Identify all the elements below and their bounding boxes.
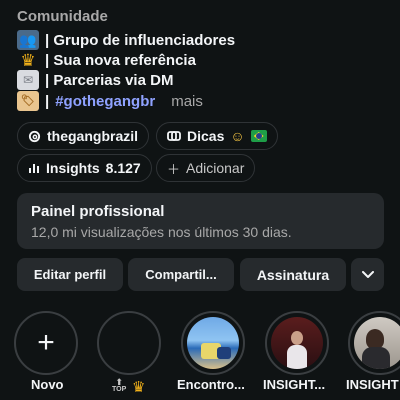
smile-emoji-icon: ☺ [230,128,245,144]
insights-label: Insights [46,160,100,176]
professional-dashboard-panel[interactable]: Painel profissional 12,0 mi visualizaçõe… [17,193,384,249]
hashtag-link[interactable]: #gothegangbr [55,93,155,110]
highlight-insight-2[interactable] [348,311,400,375]
crown-emoji-icon: ♛ [20,50,36,70]
threads-handle-label: thegangbrazil [47,128,139,144]
bar-chart-icon [28,162,40,174]
envelope-emoji-icon: ✉ [17,70,39,90]
highlight-top[interactable] [97,311,165,375]
bio-more-link[interactable]: mais [171,93,203,110]
crown-emoji-icon: ♛ [132,379,146,396]
profile-screen: Comunidade 👥 | Grupo de influenciadores … [0,0,400,400]
top-badge-text: TOP [112,386,127,393]
up-arrow-icon: ⬆ [115,377,123,387]
discover-people-button[interactable] [351,258,384,291]
highlight-new[interactable]: + [14,311,82,375]
profile-category: Comunidade [17,8,108,25]
brazil-flag-icon [250,130,267,142]
link-icon [167,130,181,142]
dicas-label: Dicas [187,128,225,144]
bio-line-partnerships: ✉ | Parcerias via DM [17,70,173,90]
edit-profile-button[interactable]: Editar perfil [17,258,123,291]
bio-text-partnerships: | Parcerias via DM [45,71,174,89]
threads-handle-chip[interactable]: thegangbrazil [17,122,150,150]
highlight-insight-1-label: INSIGHT... [263,377,326,392]
highlight-insight-2-label: INSIGHT [346,377,399,392]
highlight-new-label: Novo [31,377,64,392]
subscription-button[interactable]: Assinatura [240,258,346,291]
add-link-chip[interactable]: ＋ Adicionar [156,154,256,182]
professional-dashboard-title: Painel profissional [31,203,165,220]
person-photo-thumbnail [271,317,323,369]
insights-chip[interactable]: Insights 8.127 [17,154,152,182]
add-link-label: Adicionar [186,160,245,176]
top-badge: ⬆ TOP [112,378,126,394]
beach-photo-thumbnail [187,317,239,369]
tag-emoji-icon: 🏷 [17,91,39,111]
plus-icon: ＋ [167,161,181,177]
threads-icon [28,130,41,143]
bio-line-hashtag: 🏷 | #gothegangbr mais [17,91,203,111]
bio-text-reference: | Sua nova referência [45,51,196,69]
professional-dashboard-subtitle: 12,0 mi visualizações nos últimos 30 dia… [31,224,292,240]
bio-separator: | [45,92,50,110]
person-photo-thumbnail [354,317,400,369]
bio-line-reference: ♛ | Sua nova referência [17,50,196,70]
chevron-down-icon [361,270,374,279]
share-profile-button[interactable]: Compartil... [128,258,234,291]
insights-count: 8.127 [105,160,141,176]
highlight-encontro-label: Encontro... [177,377,245,392]
bio-line-group: 👥 | Grupo de influenciadores [17,30,235,50]
highlight-cover-empty [97,311,161,375]
dicas-chip[interactable]: Dicas ☺ [156,122,278,150]
highlight-insight-1[interactable] [265,311,333,375]
bio-text-group: | Grupo de influenciadores [45,31,236,49]
plus-icon: + [14,311,78,375]
highlight-cover-ring [348,311,400,375]
highlight-encontro[interactable] [181,311,249,375]
highlight-cover-ring [181,311,245,375]
highlight-cover-ring [265,311,329,375]
people-emoji-icon: 👥 [17,30,39,50]
